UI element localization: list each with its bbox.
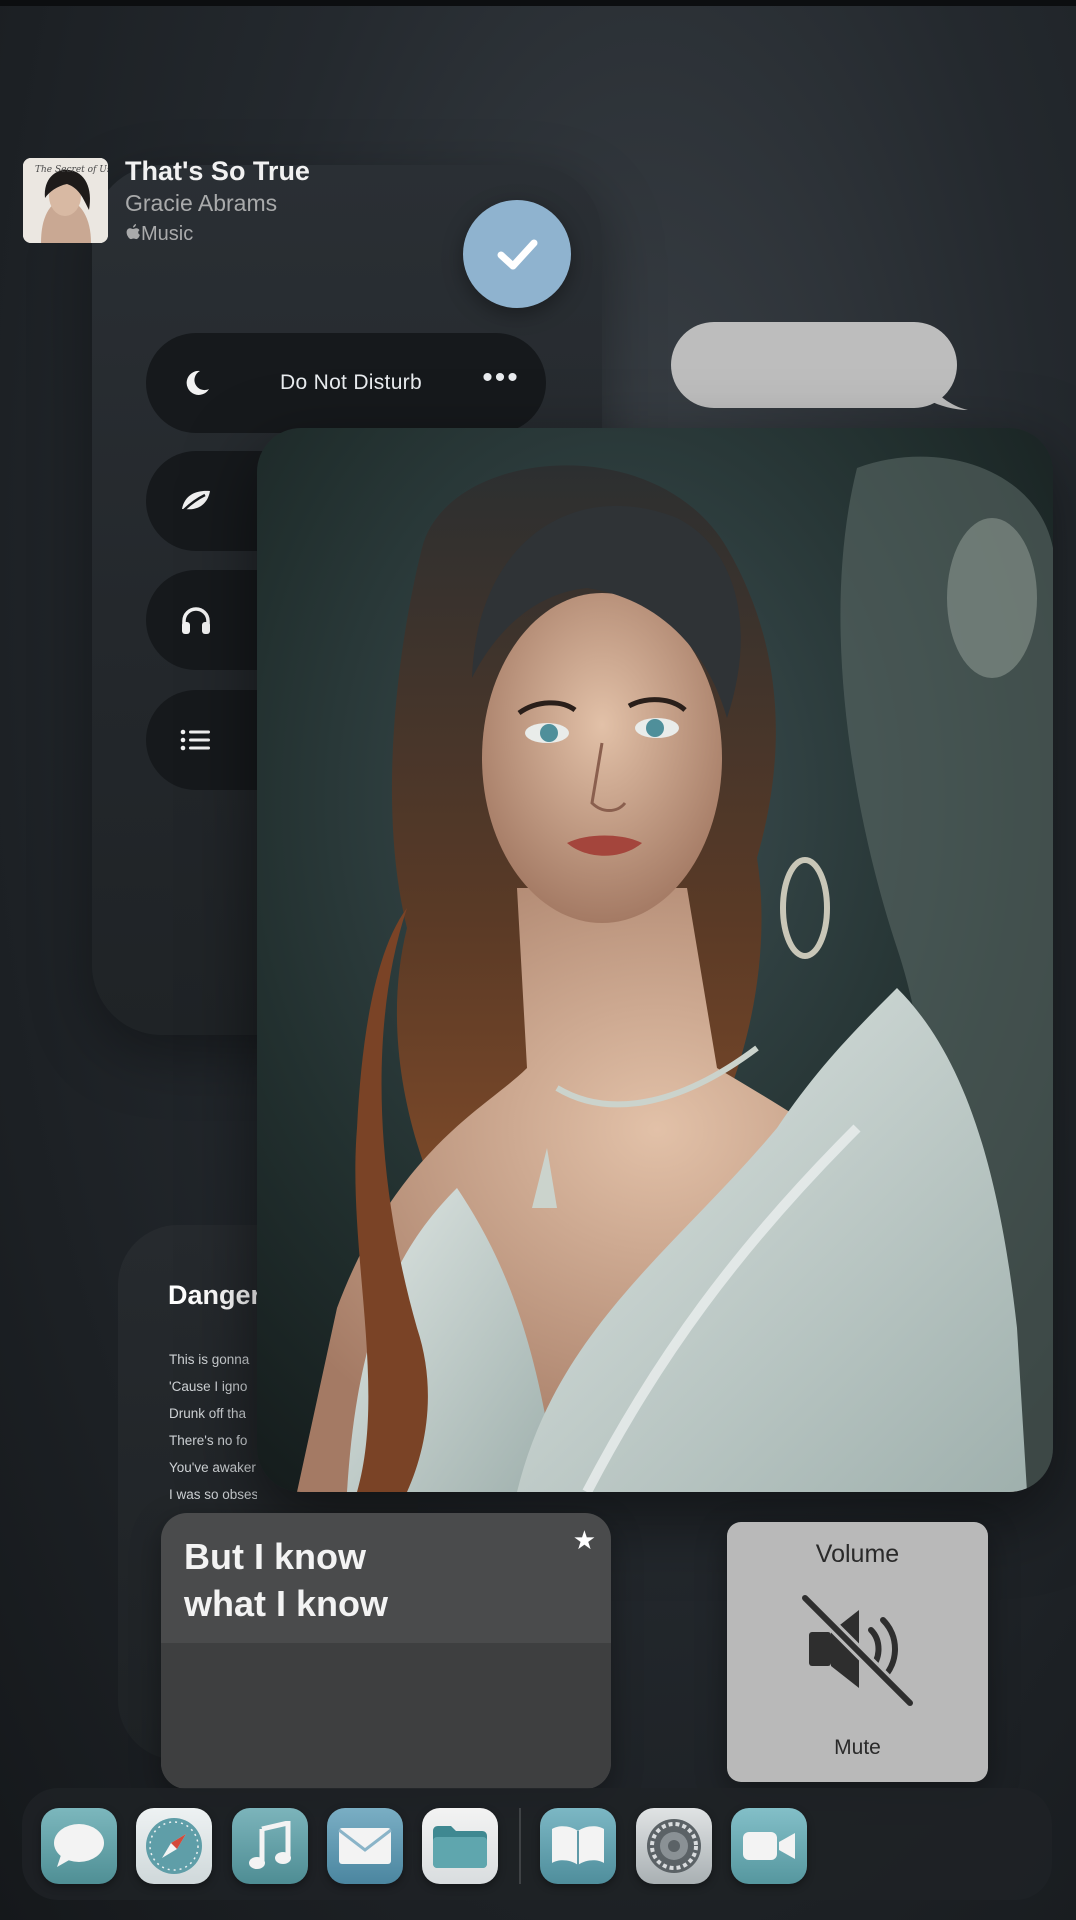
- current-lyric-line: what I know: [184, 1583, 389, 1624]
- current-lyric: But I know what I know: [184, 1533, 388, 1627]
- dock-separator: [519, 1808, 521, 1884]
- dock-app-messages[interactable]: [41, 1808, 117, 1884]
- dock-app-facetime[interactable]: [731, 1808, 807, 1884]
- lyric-line: 'Cause I igno: [169, 1379, 248, 1394]
- do-not-disturb-toggle[interactable]: Do Not Disturb •••: [146, 333, 546, 433]
- speaker-muted-icon: [800, 1593, 915, 1708]
- star-icon[interactable]: ★: [573, 1525, 596, 1556]
- dock-app-books[interactable]: [540, 1808, 616, 1884]
- lyrics-title: Danger: [168, 1280, 262, 1310]
- volume-status: Mute: [834, 1736, 881, 1759]
- message-bubble: [671, 322, 957, 408]
- dock-app-settings[interactable]: [636, 1808, 712, 1884]
- track-info: [161, 1643, 611, 1789]
- album-artwork[interactable]: The Secret of Us: [23, 158, 108, 243]
- lyric-line: This is gonna: [169, 1352, 250, 1367]
- book-icon: [552, 1826, 604, 1865]
- artist-name: Gracie Abrams: [125, 190, 278, 216]
- gear-icon: [647, 1819, 701, 1873]
- apple-icon: [126, 224, 140, 240]
- svg-text:The Secret of Us: The Secret of Us: [35, 165, 108, 175]
- current-lyric-line: But I know: [184, 1536, 366, 1577]
- video-camera-icon: [743, 1832, 795, 1860]
- more-options-icon[interactable]: •••: [456, 361, 546, 395]
- music-note-icon: [249, 1821, 291, 1869]
- volume-hud: Volume Mute: [727, 1522, 988, 1782]
- list-icon: [146, 728, 246, 752]
- lyric-line: Drunk off tha: [169, 1406, 247, 1421]
- dock-app-files[interactable]: [422, 1808, 498, 1884]
- leaf-icon: [146, 487, 246, 515]
- dock-app-music[interactable]: [232, 1808, 308, 1884]
- lyric-line: I was so obsessed: [169, 1487, 257, 1502]
- portrait-photo: [257, 428, 1053, 1492]
- lyric-line: You've awaker: [169, 1460, 256, 1475]
- lyric-line: There's no fo: [169, 1433, 248, 1448]
- message-bubble-tail: [928, 382, 968, 410]
- compass-icon: [146, 1818, 202, 1874]
- dock-app-safari[interactable]: [136, 1808, 212, 1884]
- music-source-label: Music: [141, 223, 194, 245]
- lyric-banner: But I know what I know ★: [161, 1513, 611, 1643]
- confirm-check-button[interactable]: [463, 200, 571, 308]
- folder-icon: [433, 1826, 487, 1868]
- top-edge: [0, 0, 1076, 6]
- checkmark-icon: [497, 239, 538, 270]
- envelope-icon: [338, 1828, 392, 1864]
- dock-app-mail[interactable]: [327, 1808, 403, 1884]
- messages-icon: [54, 1824, 104, 1867]
- song-title: That's So True: [125, 156, 310, 186]
- volume-title: Volume: [815, 1540, 900, 1568]
- headphones-icon: [146, 604, 246, 636]
- moon-icon: [146, 367, 246, 399]
- now-playing-card[interactable]: But I know what I know ★: [161, 1513, 611, 1789]
- music-source: Music: [125, 223, 193, 246]
- do-not-disturb-label: Do Not Disturb: [280, 371, 422, 394]
